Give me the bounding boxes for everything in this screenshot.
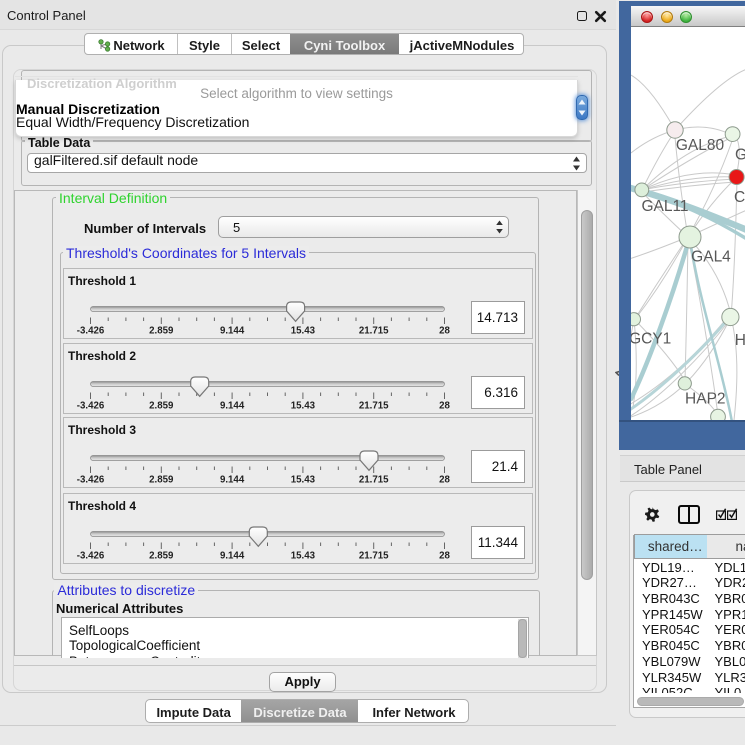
- svg-text:15.43: 15.43: [291, 550, 316, 561]
- svg-text:15.43: 15.43: [291, 325, 316, 336]
- svg-text:9.144: 9.144: [220, 550, 245, 561]
- svg-text:2.859: 2.859: [149, 550, 174, 561]
- svg-text:GCY1: GCY1: [631, 331, 671, 348]
- svg-text:28: 28: [439, 550, 450, 561]
- svg-text:2.859: 2.859: [149, 474, 174, 485]
- svg-text:-3.426: -3.426: [77, 550, 105, 561]
- svg-text:CY: CY: [734, 189, 745, 206]
- svg-text:GAL4: GAL4: [691, 249, 731, 266]
- svg-text:28: 28: [439, 325, 450, 336]
- svg-text:HAP2: HAP2: [685, 390, 726, 407]
- svg-text:15.43: 15.43: [291, 400, 316, 411]
- svg-text:21.715: 21.715: [359, 400, 389, 411]
- svg-text:GA: GA: [735, 147, 745, 164]
- svg-text:2.859: 2.859: [149, 325, 174, 336]
- svg-text:2.859: 2.859: [149, 400, 174, 411]
- svg-text:9.144: 9.144: [220, 325, 245, 336]
- svg-text:HA: HA: [735, 332, 745, 349]
- svg-text:21.715: 21.715: [359, 550, 389, 561]
- svg-text:9.144: 9.144: [220, 400, 245, 411]
- svg-text:-3.426: -3.426: [77, 474, 105, 485]
- svg-text:-3.426: -3.426: [77, 400, 105, 411]
- svg-text:21.715: 21.715: [359, 474, 389, 485]
- svg-text:15.43: 15.43: [291, 474, 316, 485]
- svg-text:-3.426: -3.426: [77, 325, 105, 336]
- svg-text:21.715: 21.715: [359, 325, 389, 336]
- svg-text:28: 28: [439, 400, 450, 411]
- svg-text:GAL11: GAL11: [641, 198, 688, 215]
- svg-text:GAL80: GAL80: [676, 137, 725, 154]
- svg-text:28: 28: [439, 474, 450, 485]
- svg-text:9.144: 9.144: [220, 474, 245, 485]
